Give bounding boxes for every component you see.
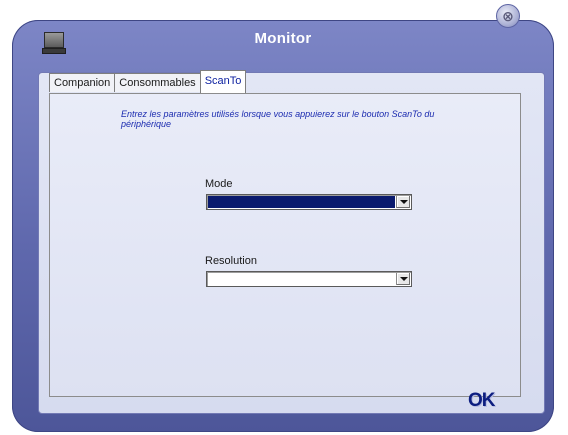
tab-bar: Companion Consommables ScanTo xyxy=(49,70,247,93)
monitor-window: Monitor ⊗ Companion Consommables ScanTo … xyxy=(12,4,554,432)
chevron-down-icon[interactable] xyxy=(396,273,410,285)
close-icon: ⊗ xyxy=(502,8,514,24)
scanto-tab-content: Entrez les paramètres utilisés lorsque v… xyxy=(49,93,521,411)
main-panel: Companion Consommables ScanTo Entrez les… xyxy=(38,70,545,414)
tab-consommables[interactable]: Consommables xyxy=(114,73,201,92)
resolution-label: Resolution xyxy=(205,255,257,267)
mode-select-value xyxy=(208,196,395,208)
mode-select[interactable] xyxy=(206,194,412,210)
close-button[interactable]: ⊗ xyxy=(496,4,520,28)
scanto-description: Entrez les paramètres utilisés lorsque v… xyxy=(121,109,435,129)
ok-button[interactable]: OK xyxy=(468,390,495,412)
title-bar[interactable]: Monitor xyxy=(12,20,554,64)
tab-scanto[interactable]: ScanTo xyxy=(199,70,247,93)
resolution-select-value xyxy=(208,273,395,285)
tab-companion[interactable]: Companion xyxy=(49,73,116,92)
window-title: Monitor xyxy=(254,30,312,47)
mode-label: Mode xyxy=(205,178,233,190)
chevron-down-icon[interactable] xyxy=(396,196,410,208)
resolution-select[interactable] xyxy=(206,271,412,287)
